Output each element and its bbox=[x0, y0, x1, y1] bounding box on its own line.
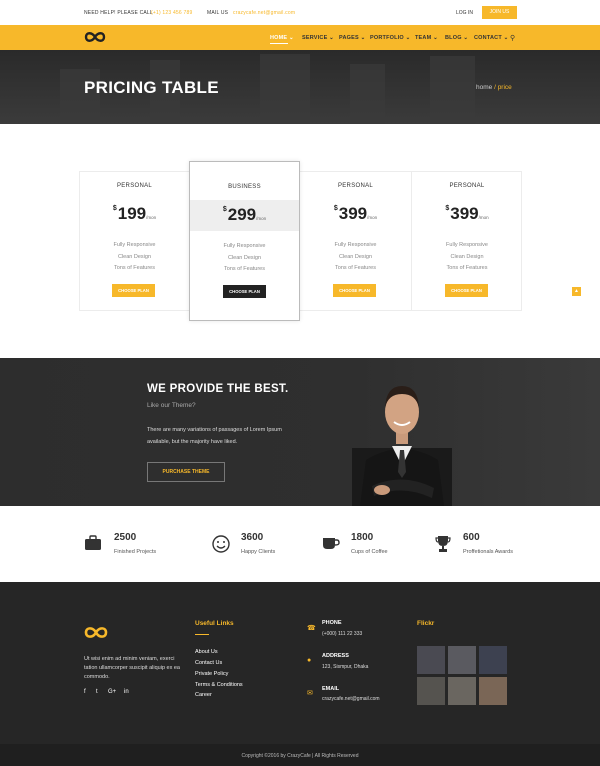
email-link[interactable]: crazycafe.net@gmail.com bbox=[233, 10, 295, 16]
plan-feature: Fully Responsive bbox=[446, 242, 488, 248]
stat-label: Proffetionals Awards bbox=[463, 549, 513, 555]
stat-number: 3600 bbox=[241, 532, 264, 543]
flickr-photo[interactable] bbox=[417, 677, 445, 705]
purchase-theme-button[interactable]: PURCHASE THEME bbox=[147, 462, 225, 482]
plan-price: $399/mon bbox=[445, 204, 489, 223]
join-us-button[interactable]: JOIN US bbox=[482, 6, 517, 19]
nav-portfolio[interactable]: PORTFOLIO ⌄ bbox=[370, 35, 410, 41]
coffee-cup-icon bbox=[323, 538, 340, 549]
breadcrumb-home[interactable]: home bbox=[476, 84, 492, 91]
flickr-photo[interactable] bbox=[448, 677, 476, 705]
phone-icon: ☎ bbox=[307, 625, 316, 632]
facebook-icon[interactable]: f bbox=[84, 689, 86, 695]
twitter-icon[interactable]: t bbox=[96, 689, 98, 695]
pricing-card: PERSONAL $399/mon Fully Responsive Clean… bbox=[411, 171, 522, 311]
infinity-logo-icon[interactable] bbox=[84, 31, 106, 43]
briefcase-icon bbox=[85, 535, 101, 550]
location-pin-icon: ● bbox=[307, 657, 312, 664]
flickr-title: Flickr bbox=[417, 620, 435, 627]
envelope-icon: ✉ bbox=[307, 690, 313, 697]
plan-feature: Fully Responsive bbox=[113, 242, 156, 248]
footer-about: Ut wisi enim ad minim veniam, exerci tat… bbox=[84, 656, 180, 680]
plan-feature: Clean Design bbox=[227, 255, 262, 261]
page-hero: PRICING TABLE home / price bbox=[0, 50, 600, 124]
scroll-top-button[interactable]: ▲ bbox=[572, 287, 581, 296]
copyright: Copyright ©2016 by CrazyCafe | All Right… bbox=[241, 753, 359, 759]
footer: Ut wisi enim ad minim veniam, exerci tat… bbox=[0, 582, 600, 766]
footer-link[interactable]: Terms & Conditions bbox=[195, 682, 243, 688]
search-icon[interactable]: ⚲ bbox=[510, 34, 515, 42]
smiley-icon bbox=[212, 535, 230, 553]
page-title: PRICING TABLE bbox=[84, 78, 219, 97]
login-link[interactable]: LOG IN bbox=[456, 10, 473, 16]
plan-feature: Fully Responsive bbox=[334, 242, 377, 248]
footer-link[interactable]: Private Policy bbox=[195, 671, 228, 677]
choose-plan-button[interactable]: CHOOSE PLAN bbox=[112, 284, 155, 297]
useful-links-title: Useful Links bbox=[195, 620, 234, 627]
footer-link[interactable]: About Us bbox=[195, 649, 218, 655]
phone-value: (+000) 111 22 333 bbox=[322, 631, 363, 637]
trophy-icon bbox=[435, 536, 451, 552]
address-heading: ADDRESS bbox=[322, 653, 349, 659]
pricing-card-featured: BUSINESS $299/mon Fully Responsive Clean… bbox=[189, 161, 300, 321]
stat-number: 600 bbox=[463, 532, 480, 543]
phone-heading: PHONE bbox=[322, 620, 342, 626]
plan-name: PERSONAL bbox=[337, 183, 374, 189]
nav-home[interactable]: HOME ⌄ bbox=[270, 35, 294, 44]
plan-feature: Tons of Features bbox=[335, 265, 376, 271]
mail-label: MAIL US bbox=[207, 10, 229, 16]
flickr-photo[interactable] bbox=[479, 677, 507, 705]
stat-label: Cups of Coffee bbox=[351, 549, 388, 555]
cta-title: WE PROVIDE THE BEST. bbox=[147, 383, 289, 395]
nav-pages[interactable]: PAGES ⌄ bbox=[339, 35, 365, 41]
plan-feature: Tons of Features bbox=[446, 265, 488, 271]
stat-label: Finished Projects bbox=[114, 549, 157, 555]
breadcrumb-current: / price bbox=[494, 84, 512, 91]
top-bar: NEED HELP! PLEASE CALL (+1) 123 456 789 … bbox=[0, 0, 600, 25]
cta-subtitle: Like our Theme? bbox=[147, 402, 196, 409]
stat-label: Happy Clients bbox=[241, 549, 276, 555]
pricing-card: PERSONAL $199/mon Fully Responsive Clean… bbox=[79, 171, 190, 311]
choose-plan-button[interactable]: CHOOSE PLAN bbox=[223, 285, 266, 298]
choose-plan-button[interactable]: CHOOSE PLAN bbox=[445, 284, 488, 297]
flickr-photo[interactable] bbox=[448, 646, 476, 674]
plan-name: PERSONAL bbox=[449, 183, 485, 189]
address-value: 123, Sismpur, Dhaka bbox=[322, 664, 369, 670]
plan-name: BUSINESS bbox=[228, 184, 261, 190]
businessman-photo bbox=[352, 386, 452, 506]
choose-plan-button[interactable]: CHOOSE PLAN bbox=[333, 284, 376, 297]
email-heading: EMAIL bbox=[322, 686, 340, 692]
plan-feature: Fully Responsive bbox=[223, 243, 266, 249]
breadcrumb: home / price bbox=[476, 84, 512, 91]
plan-feature: Tons of Features bbox=[114, 265, 155, 271]
plan-feature: Clean Design bbox=[117, 254, 152, 260]
linkedin-icon[interactable]: in bbox=[124, 689, 129, 695]
plan-feature: Clean Design bbox=[338, 254, 373, 260]
plan-feature: Clean Design bbox=[450, 254, 484, 260]
stat-number: 1800 bbox=[351, 532, 374, 543]
cta-section: WE PROVIDE THE BEST. Like our Theme? The… bbox=[0, 358, 600, 506]
stat-number: 2500 bbox=[114, 532, 137, 543]
main-nav: HOME ⌄ SERVICE ⌄ PAGES ⌄ PORTFOLIO ⌄ TEA… bbox=[0, 25, 600, 50]
help-label: NEED HELP! PLEASE CALL bbox=[84, 10, 153, 16]
nav-blog[interactable]: BLOG ⌄ bbox=[445, 35, 468, 41]
nav-team[interactable]: TEAM ⌄ bbox=[415, 35, 438, 41]
plan-price: $299/mon bbox=[222, 205, 267, 224]
footer-link[interactable]: Career bbox=[195, 692, 212, 698]
flickr-photo[interactable] bbox=[417, 646, 445, 674]
plan-price: $199/mon bbox=[112, 204, 157, 223]
email-value: crazycafe.net@gmail.com bbox=[322, 696, 380, 702]
google-plus-icon[interactable]: G+ bbox=[108, 689, 116, 695]
flickr-photo[interactable] bbox=[479, 646, 507, 674]
pricing-card: PERSONAL $399/mon Fully Responsive Clean… bbox=[300, 171, 411, 311]
nav-contact[interactable]: CONTACT ⌄ bbox=[474, 35, 508, 41]
plan-name: PERSONAL bbox=[116, 183, 153, 189]
plan-feature: Tons of Features bbox=[224, 266, 265, 272]
footer-link[interactable]: Contact Us bbox=[195, 660, 222, 666]
phone-link[interactable]: (+1) 123 456 789 bbox=[151, 10, 192, 16]
nav-service[interactable]: SERVICE ⌄ bbox=[302, 35, 334, 41]
infinity-logo-icon[interactable] bbox=[84, 626, 108, 639]
plan-price: $399/mon bbox=[333, 204, 378, 223]
cta-text: There are many variations of passages of… bbox=[147, 427, 282, 445]
